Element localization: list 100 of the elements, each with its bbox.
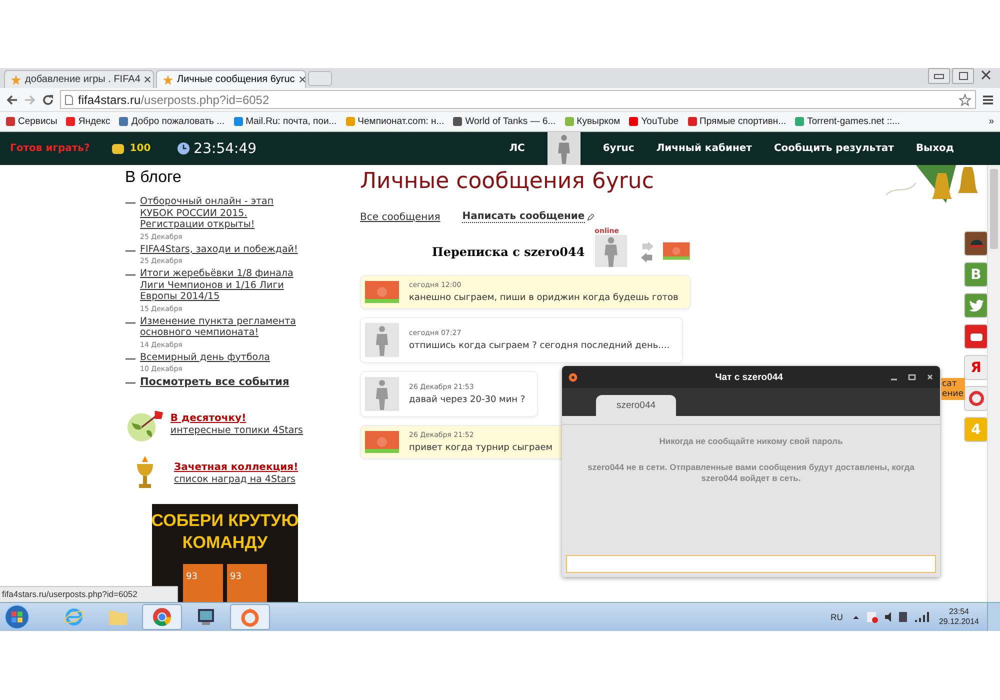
origin-logo-icon [568, 372, 578, 382]
bookmark[interactable]: Mail.Ru: почта, пои... [234, 116, 337, 127]
minimize-icon[interactable] [928, 68, 950, 84]
restore-icon[interactable] [952, 68, 974, 84]
bookmark[interactable]: Кувырком [564, 116, 620, 127]
blog-post-link[interactable]: FIFA4Stars, заходи и побеждай! [140, 244, 298, 255]
bookmark[interactable]: Сервисы [6, 116, 58, 127]
browser-tab[interactable]: Личные сообщения 6yruc [156, 70, 306, 88]
menu-icon[interactable] [982, 94, 994, 106]
message-tab-link[interactable]: Все сообщения [360, 212, 440, 222]
conversation-title: Переписка с szero044 [432, 245, 585, 259]
banner-text: СОБЕРИ КРУТУЮ [151, 510, 299, 532]
scrollbar[interactable] [987, 165, 1000, 602]
address-field[interactable]: fifa4stars.ru/userposts.php?id=6052 [60, 90, 976, 109]
back-icon[interactable] [6, 94, 18, 106]
bookmark[interactable]: World of Tanks — 6... [453, 116, 556, 127]
bookmark[interactable]: Torrent-games.net ::... [795, 116, 900, 127]
pencil-icon [586, 214, 594, 220]
dash-mark: — [125, 316, 136, 330]
blog-post-link[interactable]: Итоги жеребьёвки 1/8 финала Лиги Чемпионов и 1/16 Лиги Европы 2014/15 [140, 268, 303, 302]
bookmark[interactable]: Прямые спортивн... [688, 116, 786, 127]
site-icon [629, 117, 638, 126]
taskbar-app[interactable] [142, 604, 182, 630]
site-icon [453, 117, 462, 126]
bookmark[interactable]: YouTube [629, 116, 679, 127]
social-share-icon[interactable] [964, 231, 988, 256]
banner-ad[interactable]: СОБЕРИ КРУТУЮ КОМАНДУ 93 93 [152, 504, 298, 602]
page-heading: Личные сообщения 6yruc [360, 169, 655, 194]
site-icon [66, 117, 76, 126]
message-text: привет когда турнир сыграем [409, 443, 553, 453]
origin-logo-icon [240, 607, 260, 627]
blog-post-link[interactable]: Отборочный онлайн - этап КУБОК РОССИИ 2015. Регистрации открыты! [140, 196, 303, 230]
side-tab[interactable]: сат ение [941, 378, 965, 400]
social-share-icon[interactable] [964, 324, 988, 349]
user-silhouette-icon [594, 235, 627, 267]
nav-link[interactable]: ЛС [509, 143, 525, 154]
coins-icon [112, 144, 124, 154]
clock-icon [176, 142, 190, 155]
play-link[interactable]: Готов играть? [10, 143, 90, 154]
site-icon [564, 117, 574, 126]
maximize-icon[interactable] [908, 373, 916, 381]
promo-title-link[interactable]: В десяточку! [170, 412, 303, 424]
close-icon[interactable] [298, 76, 305, 83]
chat-tab[interactable]: szero044 [596, 395, 676, 416]
offline-notice: szero044 не в сети. Отправленные вами сообщения будут доставлены, когда szero044 войдет в сеть. [586, 462, 916, 484]
promo-title-link[interactable]: Зачетная коллекция! [174, 462, 298, 472]
reload-icon[interactable] [42, 94, 54, 106]
promo-subtitle-link[interactable]: список наград на 4Stars [174, 474, 298, 484]
clock-text: 23:54:49 [194, 140, 257, 156]
chrome-icon [152, 607, 172, 627]
bookmark[interactable]: Яндекс [66, 116, 110, 127]
browser-tab[interactable]: добавление игры . FIFA4 [4, 70, 154, 88]
star-icon [163, 74, 173, 84]
message-tab-link[interactable]: Написать сообщение [462, 211, 585, 223]
dash-mark: — [125, 196, 136, 211]
bookmark-star-icon[interactable] [959, 94, 971, 106]
nav-link[interactable]: Выход [916, 143, 954, 154]
bookmark[interactable]: Добро пожаловать ... [119, 116, 225, 127]
team-logo-icon [365, 431, 399, 453]
dash-mark: — [125, 352, 136, 366]
all-events-link[interactable]: Посмотреть все события [140, 376, 290, 389]
security-notice: Никогда не сообщайте никому свой пароль [659, 436, 843, 446]
message-text: отпишись когда сыграем ? сегодня последний день.... [409, 341, 670, 351]
promo-subtitle-link[interactable]: интересные топики 4Stars [170, 424, 303, 436]
dash-mark: — [125, 268, 136, 283]
nav-link[interactable]: Сообщить результат [774, 143, 894, 154]
scrollbar-thumb[interactable] [990, 169, 998, 249]
player-card: 93 [183, 564, 223, 602]
player-card: 93 [227, 564, 267, 602]
status-url: fifa4stars.ru/userposts.php?id=6052 [0, 586, 178, 602]
close-icon[interactable] [926, 373, 934, 381]
nav-link[interactable]: 6yruc [602, 143, 634, 154]
dash-mark: — [125, 376, 136, 389]
blog-post-link[interactable]: Всемирный день футбола [140, 352, 270, 363]
avatar-icon[interactable] [546, 132, 581, 165]
page-icon [65, 94, 73, 104]
blog-title: В блоге [125, 169, 182, 187]
monitor-icon [196, 607, 216, 627]
start-button-icon[interactable] [4, 604, 30, 630]
language-indicator[interactable]: RU [830, 612, 843, 622]
tray-time[interactable]: 23:54 [948, 607, 969, 617]
banner-text: КОМАНДУ [182, 532, 268, 554]
site-icon [795, 117, 804, 126]
message-input-field[interactable] [566, 555, 936, 573]
tray-icons-drawing[interactable] [850, 610, 931, 624]
chat-window-title: Чат с szero044 [714, 372, 784, 382]
message-text: давай через 20-30 мин ? [409, 395, 526, 405]
close-icon[interactable] [144, 76, 152, 83]
blog-post-link[interactable]: Изменение пункта регламента основного чемпионата! [140, 316, 303, 338]
site-icon [234, 117, 243, 126]
user-silhouette-icon [365, 377, 399, 411]
user-silhouette-icon [365, 323, 399, 357]
bookmark[interactable]: Чемпионат.com: н... [346, 116, 444, 127]
message-text: канешно сыграем, пиши в ориджин когда будешь готов [409, 293, 678, 303]
browser-e-icon [64, 607, 84, 627]
more-bookmarks[interactable]: » [988, 116, 994, 127]
nav-link[interactable]: Личный кабинет [656, 143, 752, 154]
site-icon [688, 117, 697, 126]
social-share-icon[interactable]: Я [964, 355, 988, 380]
tray-date[interactable]: 29.12.2014 [938, 617, 979, 627]
